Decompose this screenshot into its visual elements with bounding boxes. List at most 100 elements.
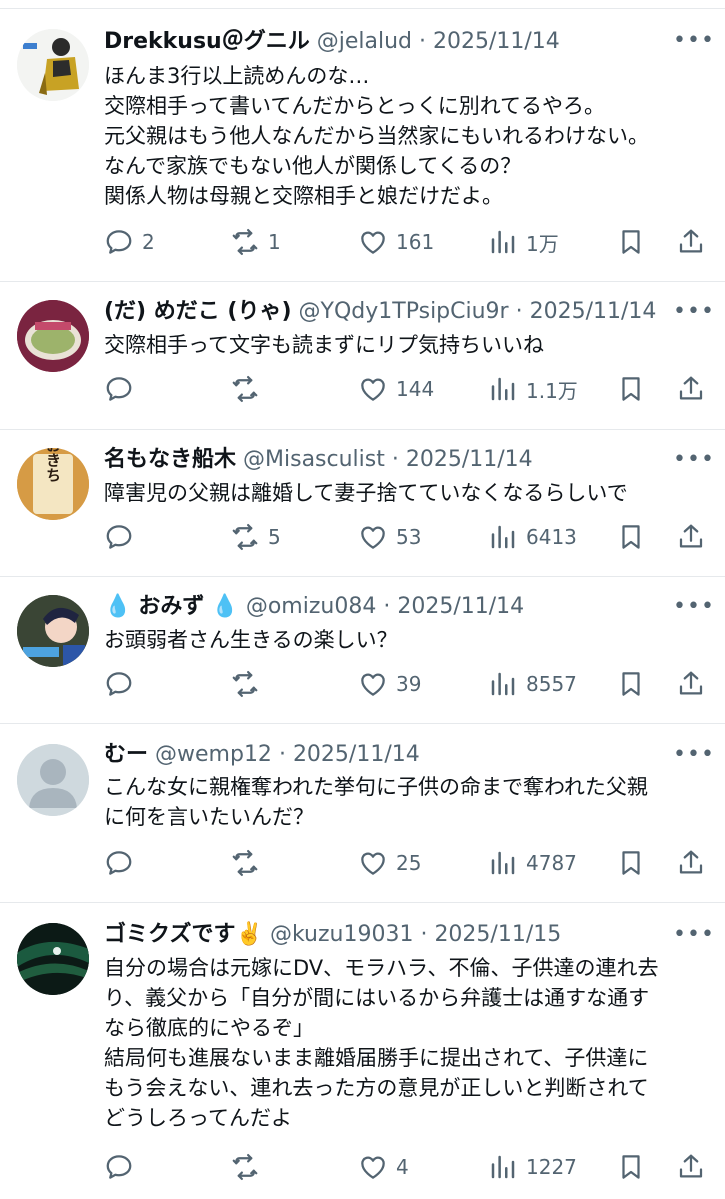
more-icon[interactable]: •••	[673, 924, 714, 946]
user-handle[interactable]: @wemp12	[155, 742, 272, 767]
repost-icon	[232, 1154, 258, 1180]
display-name[interactable]: おみず	[138, 594, 204, 619]
reply-tweet[interactable]: 💧 おみず 💧 @omizu084 · 2025/11/14 ••• お頭弱者さ…	[0, 577, 725, 724]
bookmark-button[interactable]	[616, 1150, 646, 1184]
views-button[interactable]: 1.1万	[488, 372, 578, 406]
more-icon[interactable]: •••	[673, 596, 714, 618]
views-button[interactable]: 1227	[488, 1150, 577, 1184]
display-name[interactable]: (だ) めだこ (りゃ)	[104, 299, 292, 324]
views-button[interactable]: 1万	[488, 225, 559, 259]
more-icon[interactable]: •••	[673, 744, 714, 766]
share-button[interactable]	[676, 372, 706, 406]
repost-button[interactable]	[230, 846, 268, 880]
display-name[interactable]: 名もなき船木	[104, 447, 236, 472]
bookmark-button[interactable]	[616, 846, 646, 880]
repost-button[interactable]	[230, 1150, 268, 1184]
tweet-date[interactable]: 2025/11/15	[434, 922, 561, 947]
reply-button[interactable]	[104, 372, 142, 406]
reply-tweet[interactable]: (だ) めだこ (りゃ) @YQdy1TPsipCiu9r · 2025/11/…	[0, 282, 725, 430]
reply-button[interactable]	[104, 1150, 142, 1184]
like-icon	[361, 231, 385, 254]
avatar[interactable]	[17, 744, 89, 816]
avatar[interactable]	[17, 595, 89, 667]
tweet-line: り、義父から「自分が間にはいるから弁護士は通すな通す	[104, 986, 650, 1010]
like-button[interactable]: 39	[358, 667, 421, 701]
tweet-header: Drekkusu＠グニル @jelalud · 2025/11/14	[104, 27, 665, 57]
like-count: 4	[396, 1155, 409, 1179]
like-count: 53	[396, 525, 422, 549]
views-button[interactable]: 8557	[488, 667, 577, 701]
views-icon	[491, 851, 515, 875]
separator-dot: ·	[418, 29, 426, 54]
share-button[interactable]	[676, 1150, 706, 1184]
like-icon	[361, 673, 385, 696]
user-handle[interactable]: @kuzu19031	[270, 922, 413, 947]
like-button[interactable]: 25	[358, 846, 421, 880]
user-handle[interactable]: @omizu084	[246, 594, 377, 619]
share-button[interactable]	[676, 225, 706, 259]
like-button[interactable]: 53	[358, 520, 421, 554]
repost-icon	[232, 671, 258, 697]
repost-button[interactable]	[230, 667, 268, 701]
reply-tweet[interactable]: むー @wemp12 · 2025/11/14 ••• こんな女に親権奪われた挙…	[0, 724, 725, 903]
tweet-line: こんな女に親権奪われた挙句に子供の命まで奪われた父親	[104, 775, 648, 799]
reply-button[interactable]	[104, 520, 142, 554]
display-name[interactable]: むー	[104, 742, 148, 767]
reply-button[interactable]: 2	[104, 225, 155, 259]
tweet-header: 💧 おみず 💧 @omizu084 · 2025/11/14	[104, 592, 665, 622]
share-button[interactable]	[676, 846, 706, 880]
repost-icon	[232, 229, 258, 255]
views-count: 6413	[526, 525, 577, 549]
display-name[interactable]: Drekkusu＠グニル	[104, 29, 310, 54]
reply-tweet[interactable]: おきち 名もなき船木 @Misasculist · 2025/11/14 •••…	[0, 430, 725, 577]
like-button[interactable]: 161	[358, 225, 434, 259]
more-icon[interactable]: •••	[673, 449, 714, 471]
tweet-text: ほんま3行以上読めんのな… 交際相手って書いてんだからとっくに別れてるやろ。 元…	[104, 61, 714, 211]
bookmark-button[interactable]	[616, 667, 646, 701]
bookmark-icon	[622, 672, 640, 696]
reply-icon	[106, 377, 132, 401]
bookmark-button[interactable]	[616, 225, 646, 259]
top-divider	[0, 0, 725, 9]
reply-tweet[interactable]: ゴミクズです✌️ @kuzu19031 · 2025/11/15 ••• 自分の…	[0, 903, 725, 1199]
views-button[interactable]: 6413	[488, 520, 577, 554]
avatar[interactable]	[17, 923, 89, 995]
separator-dot: ·	[515, 299, 523, 324]
avatar[interactable]: おきち	[17, 448, 89, 520]
tweet-date[interactable]: 2025/11/14	[397, 594, 524, 619]
share-button[interactable]	[676, 520, 706, 554]
like-button[interactable]: 144	[358, 372, 434, 406]
more-icon[interactable]: •••	[673, 301, 714, 323]
action-bar: 2 1 161 1万	[104, 225, 714, 259]
action-bar: 144 1.1万	[104, 372, 714, 406]
tweet-header: 名もなき船木 @Misasculist · 2025/11/14	[104, 445, 665, 475]
repost-icon	[232, 524, 258, 550]
avatar[interactable]	[17, 29, 89, 101]
reply-tweet[interactable]: Drekkusu＠グニル @jelalud · 2025/11/14 ••• ほ…	[0, 9, 725, 282]
reply-count: 2	[142, 230, 155, 254]
share-icon	[679, 850, 703, 874]
avatar[interactable]	[17, 300, 89, 372]
user-handle[interactable]: @Misasculist	[243, 447, 385, 472]
tweet-date[interactable]: 2025/11/14	[406, 447, 533, 472]
tweet-date[interactable]: 2025/11/14	[530, 299, 657, 324]
reply-button[interactable]	[104, 846, 142, 880]
tweet-header: むー @wemp12 · 2025/11/14	[104, 740, 665, 770]
more-icon[interactable]: •••	[673, 30, 714, 52]
display-name[interactable]: ゴミクズです✌️	[104, 922, 263, 947]
share-button[interactable]	[676, 667, 706, 701]
reply-icon	[106, 525, 132, 549]
bookmark-button[interactable]	[616, 520, 646, 554]
repost-button[interactable]: 5	[230, 520, 281, 554]
user-handle[interactable]: @jelalud	[317, 29, 412, 54]
reply-button[interactable]	[104, 667, 142, 701]
tweet-date[interactable]: 2025/11/14	[433, 29, 560, 54]
user-handle[interactable]: @YQdy1TPsipCiu9r	[299, 299, 509, 324]
views-button[interactable]: 4787	[488, 846, 577, 880]
like-button[interactable]: 4	[358, 1150, 409, 1184]
like-icon	[361, 378, 385, 401]
bookmark-button[interactable]	[616, 372, 646, 406]
repost-button[interactable]: 1	[230, 225, 281, 259]
tweet-date[interactable]: 2025/11/14	[293, 742, 420, 767]
repost-button[interactable]	[230, 372, 268, 406]
